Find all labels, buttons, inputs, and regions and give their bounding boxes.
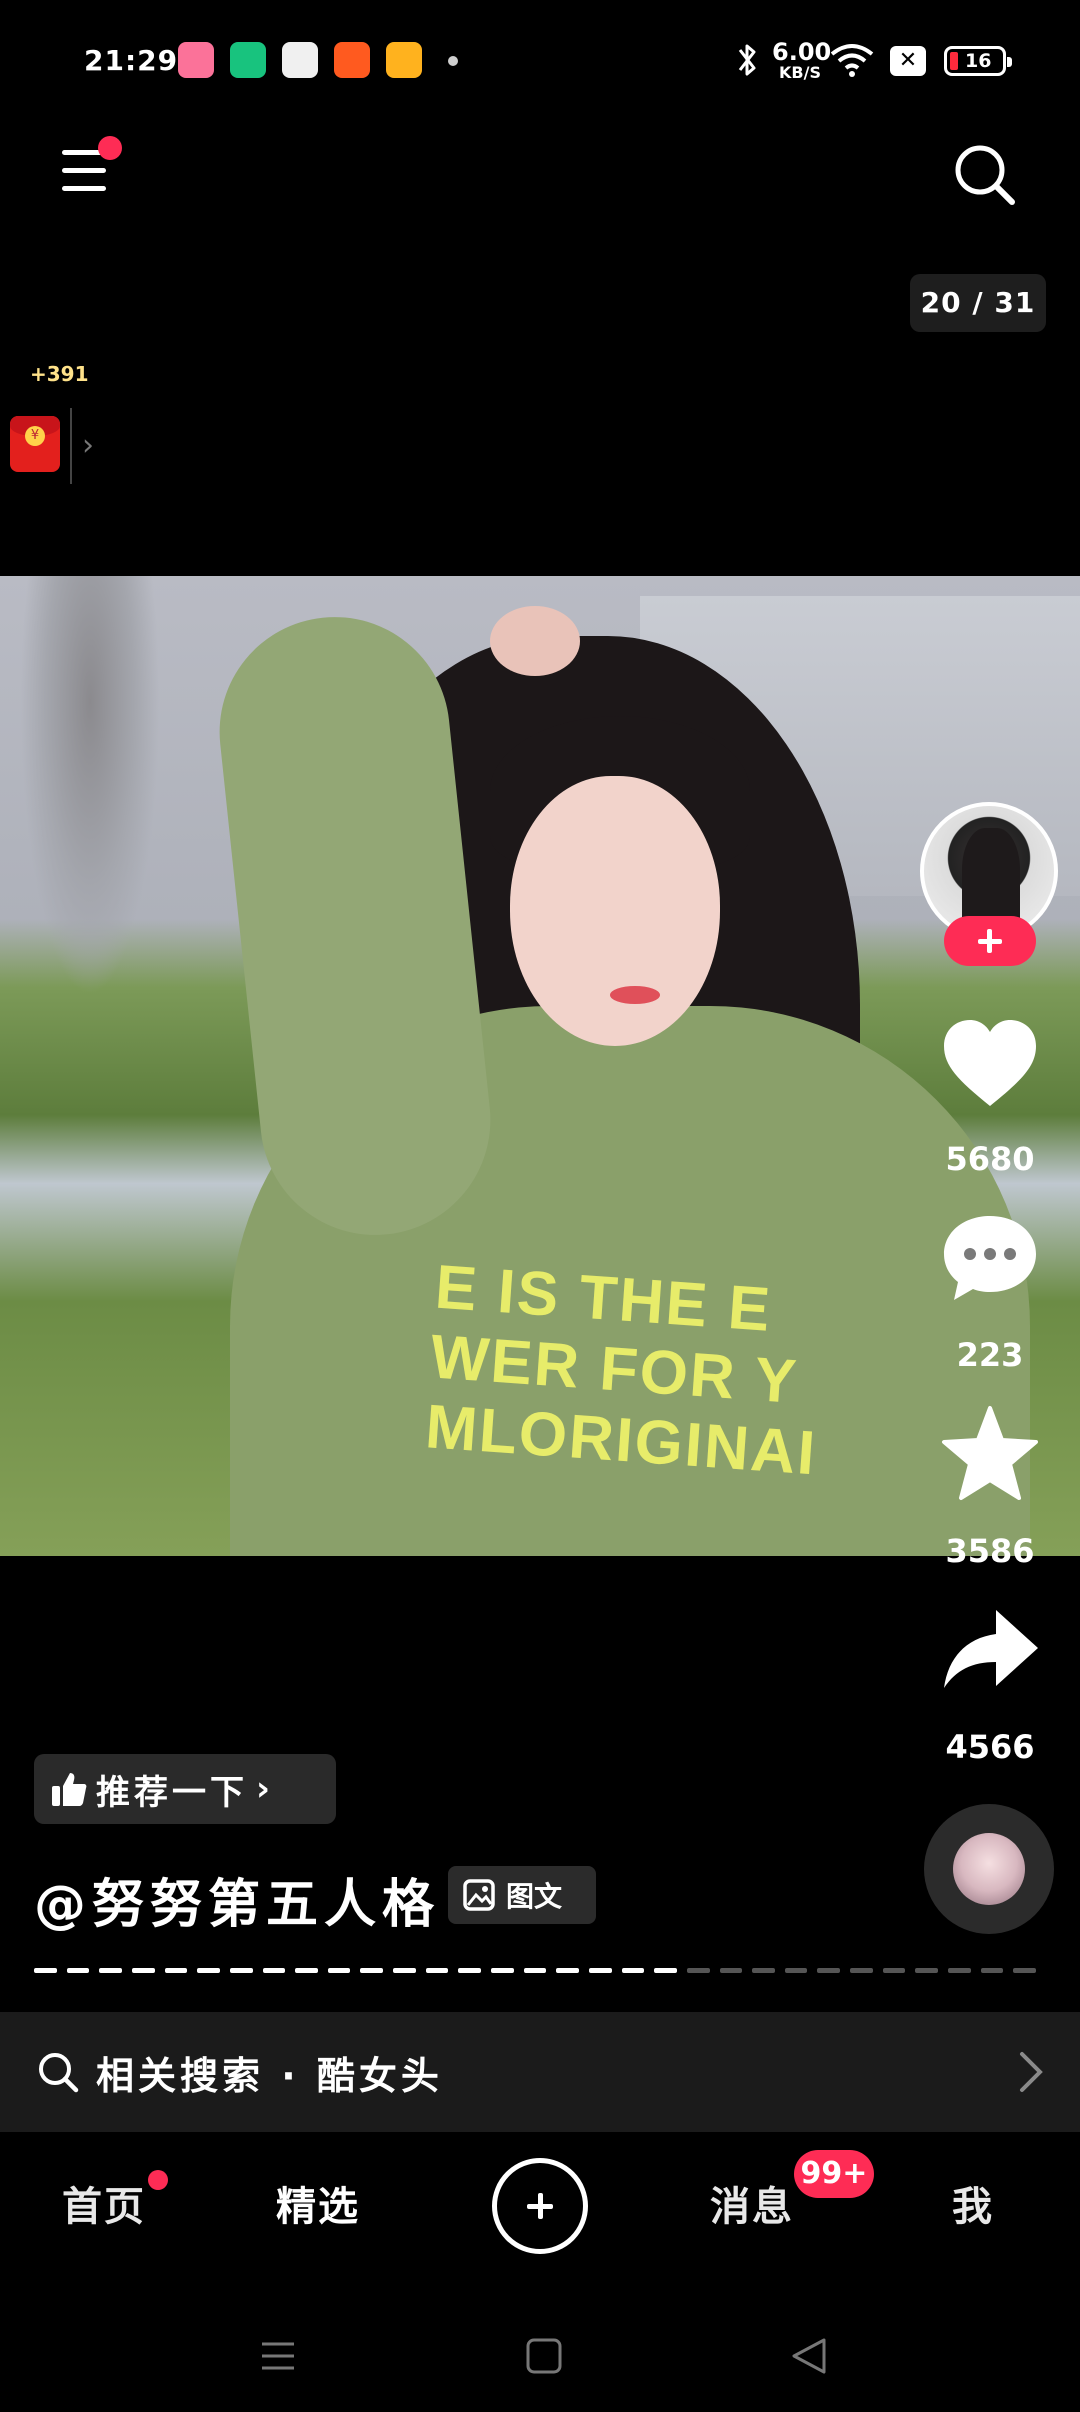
menu-notification-dot xyxy=(98,136,122,160)
chevron-right-icon xyxy=(1020,2052,1043,2092)
author-name[interactable]: @努努第五人格 xyxy=(34,1862,440,1937)
orange-app-icon xyxy=(282,42,318,78)
progress-segment xyxy=(393,1968,416,1973)
home-notification-dot xyxy=(148,2170,168,2190)
tab-featured[interactable]: 精选 xyxy=(276,2174,360,2232)
bonus-amount: +391 xyxy=(30,362,89,386)
battery-icon: 16 xyxy=(944,46,1012,76)
video-app-icon xyxy=(386,42,422,78)
thumbs-up-icon xyxy=(52,1773,87,1806)
follow-button[interactable] xyxy=(944,916,1036,966)
progress-segment xyxy=(850,1968,873,1973)
image-counter: 20 / 31 xyxy=(910,274,1046,332)
recommend-label: 推荐一下 xyxy=(96,1772,248,1813)
progress-segment xyxy=(882,1968,906,1973)
like-icon[interactable] xyxy=(938,1014,1042,1114)
progress-segment xyxy=(458,1968,482,1973)
create-post-button[interactable] xyxy=(492,2158,588,2254)
comment-count: 223 xyxy=(956,1336,1024,1374)
share-icon[interactable] xyxy=(938,1600,1042,1700)
recent-apps-icon[interactable] xyxy=(248,2326,308,2386)
red-packet-divider xyxy=(70,408,72,484)
search-icon xyxy=(39,2053,79,2093)
network-speed: 6.00 KB/S xyxy=(772,38,832,82)
progress-segment xyxy=(654,1968,677,1973)
progress-segment xyxy=(752,1968,775,1973)
post-type-tag: 图文 xyxy=(448,1866,596,1924)
progress-segment xyxy=(425,1968,449,1973)
home-square-icon[interactable] xyxy=(514,2326,574,2386)
more-notifications-dot xyxy=(448,56,458,66)
messages-badge: 99+ xyxy=(794,2150,874,2198)
wifi-icon xyxy=(830,44,874,77)
back-icon[interactable] xyxy=(780,2326,840,2386)
progress-segment xyxy=(327,1968,351,1973)
progress-segment xyxy=(295,1968,318,1973)
progress-segment xyxy=(1013,1968,1036,1973)
progress-segment xyxy=(164,1968,188,1973)
progress-segment xyxy=(99,1968,122,1973)
progress-segment xyxy=(588,1968,612,1973)
progress-segment xyxy=(229,1968,253,1973)
progress-segment xyxy=(262,1968,286,1973)
search-icon[interactable] xyxy=(952,142,1016,206)
related-search-label: 相关搜索 · 酷女头 xyxy=(96,2053,443,2098)
red-packet-icon[interactable]: ¥ xyxy=(10,416,60,472)
progress-segment xyxy=(34,1968,57,1973)
wallet-icon xyxy=(230,42,266,78)
progress-segment xyxy=(980,1968,1004,1973)
progress-segment xyxy=(915,1968,939,1973)
no-sim-icon: ✕ xyxy=(890,46,926,76)
progress-segment xyxy=(66,1968,90,1973)
chevron-right-icon[interactable]: › xyxy=(82,428,94,463)
network-speed-unit: KB/S xyxy=(779,63,821,82)
tab-messages[interactable]: 消息 xyxy=(710,2174,794,2232)
favorite-count: 3586 xyxy=(945,1532,1035,1570)
sweater-print-text: E IS THE E WER FOR Y MLORIGINAI xyxy=(423,1253,829,1490)
progress-segment xyxy=(360,1968,384,1973)
progress-segment xyxy=(948,1968,971,1973)
recommend-button[interactable]: 推荐一下 › xyxy=(34,1754,336,1824)
progress-segment xyxy=(131,1968,155,1973)
tab-me[interactable]: 我 xyxy=(952,2174,994,2232)
progress-segment xyxy=(197,1968,220,1973)
progress-segment xyxy=(621,1968,645,1973)
progress-segment xyxy=(556,1968,579,1973)
related-search-bar[interactable]: 相关搜索 · 酷女头 xyxy=(0,2012,1080,2132)
status-time: 21:29 xyxy=(84,44,179,77)
progress-segment xyxy=(719,1968,743,1973)
music-disc-icon[interactable] xyxy=(924,1804,1054,1934)
bilibili-icon xyxy=(178,42,214,78)
like-count: 5680 xyxy=(945,1140,1035,1178)
bluetooth-icon xyxy=(738,44,756,76)
image-icon xyxy=(463,1879,495,1911)
post-image[interactable]: E IS THE E WER FOR Y MLORIGINAI xyxy=(0,576,1080,1556)
tab-home[interactable]: 首页 xyxy=(62,2174,146,2232)
progress-segment xyxy=(784,1968,808,1973)
post-type-label: 图文 xyxy=(506,1880,563,1913)
share-count: 4566 xyxy=(945,1728,1035,1766)
progress-segment xyxy=(491,1968,514,1973)
progress-segment xyxy=(686,1968,710,1973)
progress-segment xyxy=(523,1968,547,1973)
progress-segment xyxy=(817,1968,841,1973)
battery-level: 16 xyxy=(965,50,992,72)
network-speed-value: 6.00 xyxy=(772,38,832,66)
status-bar: 21:29 6.00 KB/S ✕ 16 xyxy=(0,0,1080,120)
chevron-right-icon: › xyxy=(256,1769,271,1809)
shopping-app-icon xyxy=(334,42,370,78)
comment-icon[interactable] xyxy=(938,1208,1042,1308)
image-progress-indicator xyxy=(34,1968,1046,1974)
favorite-star-icon[interactable] xyxy=(938,1404,1042,1504)
